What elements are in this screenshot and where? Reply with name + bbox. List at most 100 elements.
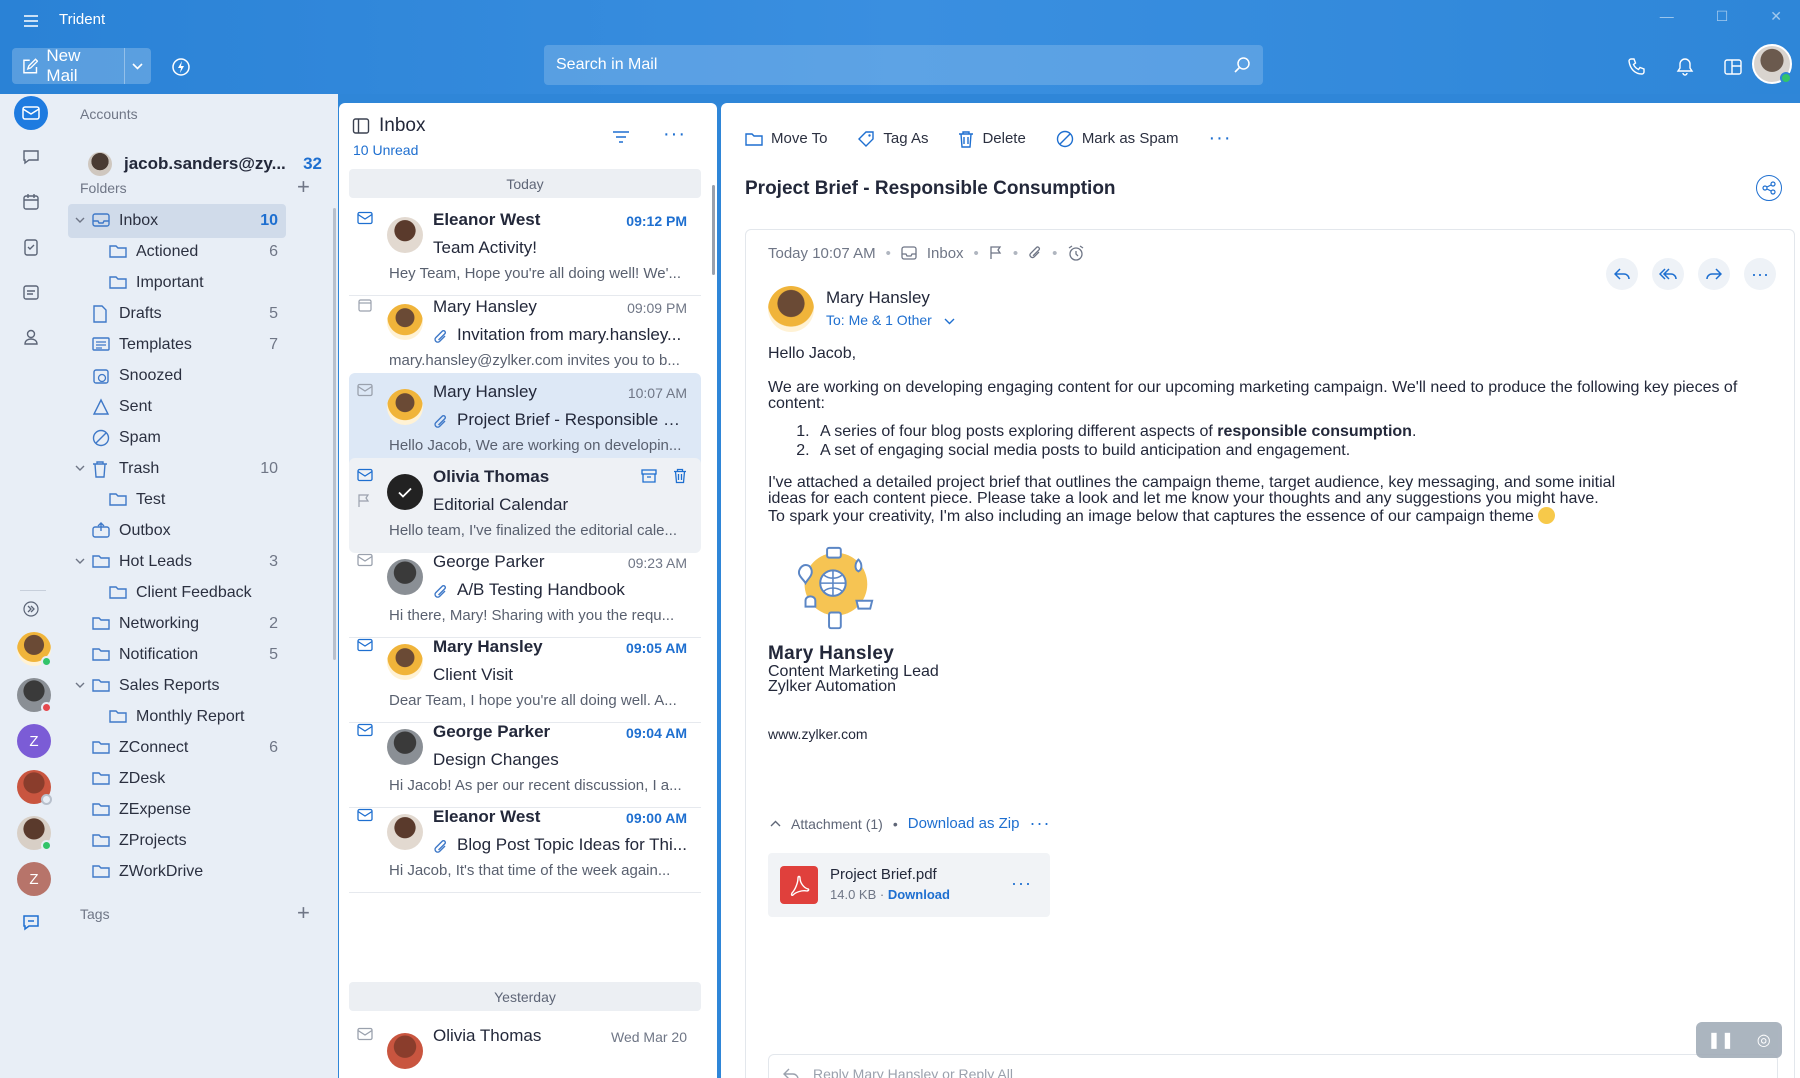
search-icon[interactable] (1233, 56, 1251, 74)
message-row[interactable]: Eleanor West 09:12 PM Team Activity! Hey Te… (349, 201, 701, 296)
attachment-download-link[interactable]: Download (888, 887, 950, 902)
tag-as-button[interactable]: Tag As (857, 130, 928, 148)
envelope-icon[interactable] (357, 211, 373, 225)
attachment-tile[interactable]: Project Brief.pdf 14.0 KB · Download ··· (768, 853, 1050, 917)
chat-bubble-icon[interactable] (14, 906, 48, 940)
envelope-icon[interactable] (357, 468, 373, 482)
mute-icon[interactable]: ◎ (1757, 1030, 1771, 1050)
archive-icon[interactable] (641, 468, 657, 484)
contact-avatar[interactable] (17, 632, 52, 667)
sender-name[interactable]: Mary Hansley (826, 288, 955, 308)
folder-item[interactable]: ZProjects (64, 824, 286, 858)
tasks-icon[interactable] (14, 230, 48, 264)
folder-item[interactable]: Sent (64, 390, 286, 424)
minimize-icon[interactable]: — (1660, 8, 1674, 25)
contact-avatar[interactable] (17, 770, 52, 805)
folder-item[interactable]: Spam (64, 421, 286, 455)
envelope-icon[interactable] (357, 638, 373, 652)
hamburger-menu-icon[interactable] (20, 10, 42, 32)
bell-icon[interactable] (1674, 56, 1696, 78)
phone-icon[interactable] (1626, 56, 1648, 78)
pause-icon[interactable]: ❚❚ (1707, 1030, 1734, 1050)
folder-item[interactable]: ZExpense (64, 793, 286, 827)
flag-icon[interactable] (357, 494, 371, 508)
folders-scrollbar[interactable] (333, 208, 336, 660)
sender-avatar[interactable] (768, 286, 814, 332)
new-mail-dropdown[interactable] (123, 48, 151, 84)
more-actions-icon[interactable]: ··· (1744, 258, 1776, 290)
chevron-up-icon[interactable] (770, 820, 781, 827)
folder-item[interactable]: Hot Leads 3 (64, 545, 286, 579)
message-row[interactable]: Mary Hansley 09:05 AM Client Visit Dear Tea… (349, 628, 701, 723)
folder-item[interactable]: Inbox 10 (68, 204, 286, 238)
envelope-icon[interactable] (357, 1027, 373, 1041)
quick-actions-icon[interactable] (170, 56, 192, 78)
panel-layout-icon[interactable] (1722, 56, 1744, 78)
website-link[interactable]: www.zylker.com (768, 726, 868, 742)
attachment-more-icon[interactable]: ··· (1029, 813, 1050, 834)
contact-avatar[interactable] (17, 816, 52, 851)
folder-item[interactable]: Monthly Report (64, 700, 286, 734)
delete-button[interactable]: Delete (958, 130, 1026, 148)
contact-avatar[interactable] (17, 678, 52, 713)
chevron-down-icon[interactable] (75, 558, 85, 565)
folder-item[interactable]: Client Feedback (64, 576, 286, 610)
sidebar-toggle-icon[interactable] (352, 117, 370, 135)
filter-icon[interactable] (611, 127, 631, 147)
toolbar-more-icon[interactable]: ··· (1209, 127, 1232, 150)
folder-item[interactable]: Important (64, 266, 286, 300)
expand-rail-icon[interactable] (14, 592, 48, 626)
maximize-icon[interactable]: ☐ (1716, 8, 1729, 25)
forward-icon[interactable] (1698, 258, 1730, 290)
folder-item[interactable]: Drafts 5 (64, 297, 286, 331)
envelope-icon[interactable] (357, 808, 373, 822)
attachment-tile-more-icon[interactable]: ··· (1011, 873, 1032, 894)
new-mail-button[interactable]: New Mail (12, 46, 124, 85)
chevron-down-icon[interactable] (75, 217, 85, 224)
chat-icon[interactable] (14, 140, 48, 174)
folder-item[interactable]: Notification 5 (64, 638, 286, 672)
unread-count[interactable]: 10 Unread (353, 142, 418, 158)
move-to-button[interactable]: Move To (745, 130, 827, 147)
add-tag-icon[interactable]: + (297, 902, 310, 924)
close-icon[interactable]: ✕ (1770, 8, 1782, 25)
contact-avatar[interactable]: Z (17, 724, 51, 758)
folder-item[interactable]: Sales Reports (64, 669, 286, 703)
folder-item[interactable]: ZWorkDrive (64, 855, 286, 889)
folder-item[interactable]: Actioned 6 (64, 235, 286, 269)
calendar-icon[interactable] (14, 185, 48, 219)
folder-item[interactable]: Snoozed (64, 359, 286, 393)
folder-item[interactable]: Networking 2 (64, 607, 286, 641)
envelope-icon[interactable] (357, 553, 373, 567)
search-input[interactable]: Search in Mail (544, 45, 1263, 85)
envelope-icon[interactable] (357, 383, 373, 397)
reply-box[interactable]: Reply Mary Hansley or Reply All (768, 1054, 1778, 1078)
message-row[interactable]: George Parker 09:04 AM Design Changes Hi Ja… (349, 713, 701, 808)
message-row[interactable]: George Parker 09:23 AM A/B Testing Handboo… (349, 543, 701, 638)
message-row[interactable]: Olivia Thomas Editorial Calendar Hello tea… (349, 458, 701, 553)
envelope-icon[interactable] (357, 723, 373, 737)
folder-item[interactable]: ZConnect 6 (64, 731, 286, 765)
message-row[interactable]: Mary Hansley 09:09 PM Invitation from mary… (349, 288, 701, 383)
profile-avatar[interactable] (1752, 44, 1792, 84)
share-icon[interactable] (1756, 175, 1782, 201)
mail-icon[interactable] (14, 96, 48, 130)
account-row[interactable]: jacob.sanders@zy... 32 (88, 152, 328, 176)
download-zip-link[interactable]: Download as Zip (908, 815, 1020, 832)
chevron-down-icon[interactable] (75, 682, 85, 689)
recipients-toggle[interactable]: To: Me & 1 Other (826, 312, 955, 328)
selected-check-icon[interactable] (387, 474, 423, 510)
folder-item[interactable]: ZDesk (64, 762, 286, 796)
folder-item[interactable]: Test (64, 483, 286, 517)
mark-as-spam-button[interactable]: Mark as Spam (1056, 130, 1179, 148)
notes-icon[interactable] (14, 275, 48, 309)
trash-icon[interactable] (673, 468, 687, 484)
message-row[interactable]: Eleanor West 09:00 AM Blog Post Topic Idea… (349, 798, 701, 893)
more-options-icon[interactable]: ··· (663, 123, 686, 146)
contacts-icon[interactable] (14, 320, 48, 354)
chevron-down-icon[interactable] (75, 465, 85, 472)
message-row[interactable]: Olivia Thomas Wed Mar 20 (349, 1017, 701, 1078)
folder-item[interactable]: Templates 7 (64, 328, 286, 362)
flag-icon[interactable] (989, 246, 1003, 260)
add-folder-icon[interactable]: + (297, 176, 310, 198)
